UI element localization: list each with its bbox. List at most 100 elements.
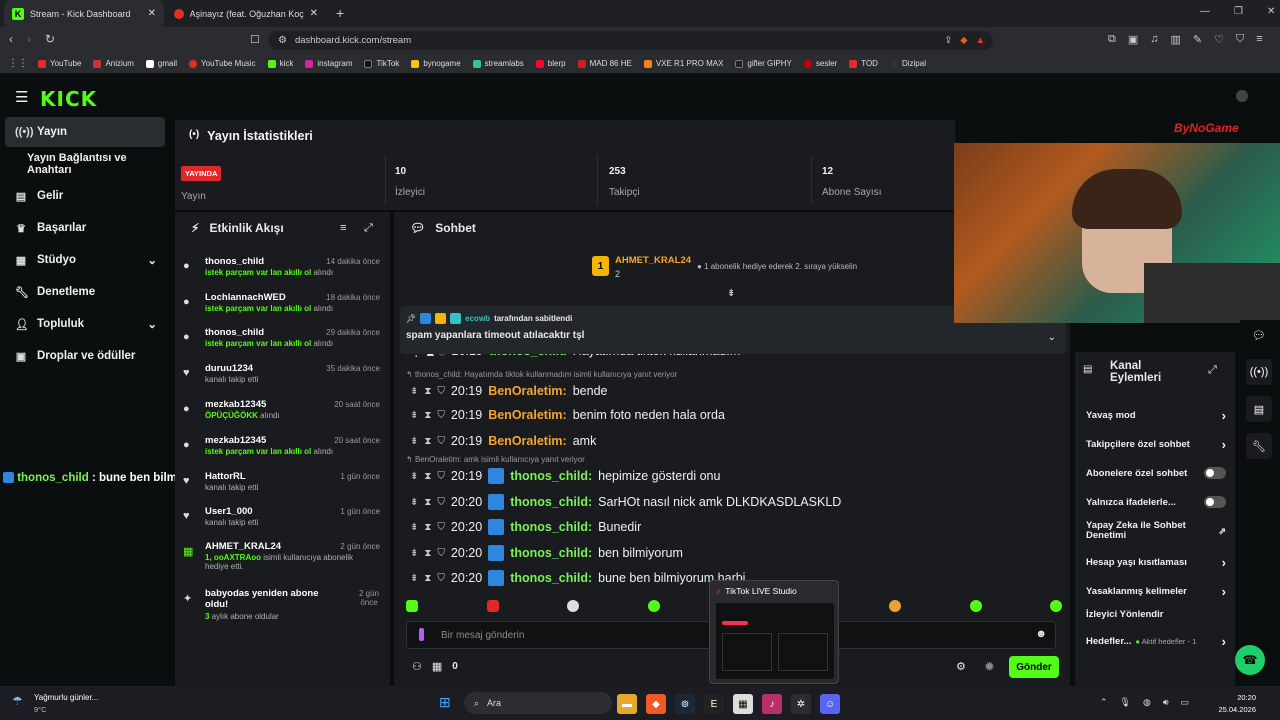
new-tab-button[interactable]: + (336, 5, 344, 21)
pin-message-icon[interactable]: ⇟ (410, 548, 418, 559)
event-item[interactable]: ♥ User1_000 1 gün önce kanalı takip etti (183, 506, 383, 540)
bookmark-item[interactable]: gmail (145, 59, 177, 68)
epic-games-icon[interactable]: E (704, 694, 724, 714)
app-icon[interactable]: ✲ (791, 694, 811, 714)
chat-message[interactable]: ⇟ ⧗ ⛉ 20:19 BenOraletim: bende (410, 381, 607, 401)
message-username[interactable]: thonos_child: (510, 469, 592, 483)
store-icon[interactable]: ▦ (733, 694, 753, 714)
emote-icon[interactable] (406, 600, 418, 612)
forward-icon[interactable]: › (27, 32, 31, 46)
pin-message-icon[interactable]: ⇟ (410, 410, 418, 421)
bookmark-item[interactable]: kick (267, 59, 293, 68)
message-username[interactable]: thonos_child: (510, 520, 592, 534)
reload-icon[interactable]: ↻ (45, 32, 55, 46)
sidebar-item-topluluk[interactable]: 👤︎ Topluluk ⌄ (5, 309, 165, 339)
channel-action-item[interactable]: Takipçilere özel sohbet › (1086, 437, 1226, 452)
sidebar-item-stream-key[interactable]: Yayın Bağlantısı ve Anahtarı (5, 149, 165, 179)
message-username[interactable]: BenOraletim: (488, 434, 567, 448)
channel-action-item[interactable]: Yalnızca ifadelerle... (1086, 496, 1226, 508)
chat-bubble-icon[interactable]: 💬︎ (1246, 322, 1272, 348)
channel-action-item[interactable]: Yavaş mod › (1086, 408, 1226, 423)
message-username[interactable]: thonos_child: (510, 571, 592, 585)
timeout-icon[interactable]: ⧗ (424, 386, 431, 397)
bookmark-item[interactable]: Dizipal (889, 59, 926, 68)
filter-icon[interactable]: ≡ (340, 222, 346, 234)
channel-action-item[interactable]: Yasaklanmış kelimeler › (1086, 584, 1226, 599)
music-icon[interactable]: ♫ (1150, 33, 1158, 46)
sidebar-item-studyo[interactable]: ▦ Stüdyo ⌄ (5, 245, 165, 275)
shield-icon[interactable]: ⛉ (1236, 33, 1244, 46)
close-window-icon[interactable]: ✕ (1267, 6, 1275, 17)
message-username[interactable]: BenOraletim: (488, 408, 567, 422)
users-icon[interactable]: ⚇ (412, 660, 422, 673)
chevron-up-icon[interactable]: ⌃ (1100, 697, 1108, 708)
emote-icon[interactable] (567, 600, 579, 612)
send-button[interactable]: Gönder (1009, 656, 1059, 678)
emoji-icon[interactable]: ☻ (1035, 628, 1047, 640)
popout-icon[interactable]: ⤢ (364, 222, 373, 235)
emote-icon[interactable] (486, 600, 499, 612)
share-icon[interactable]: ⇪ (944, 35, 952, 46)
timeout-icon[interactable]: ⧗ (424, 573, 431, 584)
ban-icon[interactable]: ⛉ (437, 386, 445, 397)
site-info-icon[interactable]: ⚙ (278, 35, 287, 46)
discord-icon[interactable]: ☺ (820, 694, 840, 714)
maximize-icon[interactable]: ❐ (1234, 6, 1243, 17)
chat-message[interactable]: ⇟ ⧗ ⛉ 20:20 thonos_child: bune ben bilmiyorum… (410, 568, 745, 588)
chat-message[interactable]: ⇟ ⧗ ⛉ 20:20 thonos_child: ben bilmiyorum (410, 543, 683, 563)
pin-message-icon[interactable]: ⇟ (410, 522, 418, 533)
windows-start-icon[interactable]: ⊞ (439, 694, 451, 711)
ban-icon[interactable]: ⛉ (437, 410, 445, 421)
kick-logo[interactable]: KICK (40, 87, 97, 111)
popout-icon[interactable]: ⤢ (1208, 364, 1217, 377)
tab-youtube-music[interactable]: Aşinayız (feat. Oğuzhan Koç) | Yo ✕ (166, 0, 326, 27)
message-username[interactable]: thonos_child: (510, 546, 592, 560)
sidebar-item-denetleme[interactable]: 🔧︎ Denetleme (5, 277, 165, 307)
bookmark-item[interactable]: sesler (803, 59, 837, 68)
url-field[interactable]: ⚙ dashboard.kick.com/stream ⇪ ◆ ▲ (268, 31, 993, 50)
sidebar-item-droplar[interactable]: ▣ Droplar ve ödüller (5, 341, 165, 371)
brave-shield-icon[interactable]: ◆ (960, 35, 967, 46)
brave-browser-icon[interactable]: ◆ (646, 694, 666, 714)
emote-icon[interactable] (1050, 600, 1062, 612)
apps-icon[interactable]: ⋮⋮ (8, 58, 28, 69)
taskbar-search[interactable]: ⌕ Ara (464, 692, 612, 714)
back-icon[interactable]: ‹ (9, 32, 13, 46)
minimize-icon[interactable]: — (1200, 6, 1210, 17)
battery-icon[interactable]: ▭ (1181, 697, 1190, 708)
event-item[interactable]: ✦ babyodas yeniden abone oldu! 2 gün önce 3… (183, 588, 383, 622)
bookmark-icon[interactable]: ☐ (250, 33, 260, 46)
tab-kick-dashboard[interactable]: K Stream - Kick Dashboard ✕ (4, 0, 164, 27)
translate-icon[interactable]: ✎ (1193, 33, 1202, 46)
taskbar-time[interactable]: 20:20 (1226, 693, 1256, 702)
channel-action-item[interactable]: Yapay Zeka ile Sohbet Denetimi ⇗ (1086, 521, 1226, 541)
timeout-icon[interactable]: ⧗ (424, 410, 431, 421)
ban-icon[interactable]: ⛉ (437, 522, 445, 533)
ban-icon[interactable]: ⛉ (437, 573, 445, 584)
chat-message[interactable]: ⇟ ⧗ ⛉ 20:19 BenOraletim: benim foto neden hal… (410, 405, 725, 425)
toggle-switch[interactable] (1204, 496, 1226, 508)
file-explorer-icon[interactable]: ▬ (617, 694, 637, 714)
wrench-icon[interactable]: 🔧︎ (1246, 433, 1272, 459)
close-tab-icon[interactable]: ✕ (148, 8, 156, 19)
event-item[interactable]: ● thonos_child 29 dakika önce istek parçam … (183, 327, 383, 361)
tiktok-taskbar-icon[interactable]: ♪ (762, 694, 782, 714)
bookmark-item[interactable]: YouTube Music (189, 59, 256, 68)
sidebar-icon[interactable]: ▥ (1171, 33, 1181, 46)
event-item[interactable]: ● mezkab12345 20 saat önce istek parçam var… (183, 435, 383, 469)
bookmark-item[interactable]: MAD 86 HE (577, 59, 632, 68)
timeout-icon[interactable]: ⧗ (424, 548, 431, 559)
mic-icon[interactable]: 🎙︎ (1120, 697, 1131, 708)
pin-message-icon[interactable]: ⇟ (410, 497, 418, 508)
bookmark-item[interactable]: gifler GIPHY (735, 59, 792, 68)
bookmark-item[interactable]: blerp (535, 59, 566, 68)
sidebar-item-yayin[interactable]: ((•)) Yayın (5, 117, 165, 147)
pin-message-icon[interactable]: ⇟ (410, 471, 418, 482)
bookmark-item[interactable]: instagram (305, 59, 352, 68)
toggle-switch[interactable] (1204, 467, 1226, 479)
screenshot-icon[interactable]: ▣ (1128, 33, 1138, 46)
sidebar-item-basarilar[interactable]: ♛ Başarılar (5, 213, 165, 243)
weather-text[interactable]: Yağmurlu günler... (34, 693, 98, 702)
chat-message[interactable]: ⇟ ⧗ ⛉ 20:19 BenOraletim: amk (410, 431, 596, 451)
avatar[interactable] (1236, 90, 1248, 102)
